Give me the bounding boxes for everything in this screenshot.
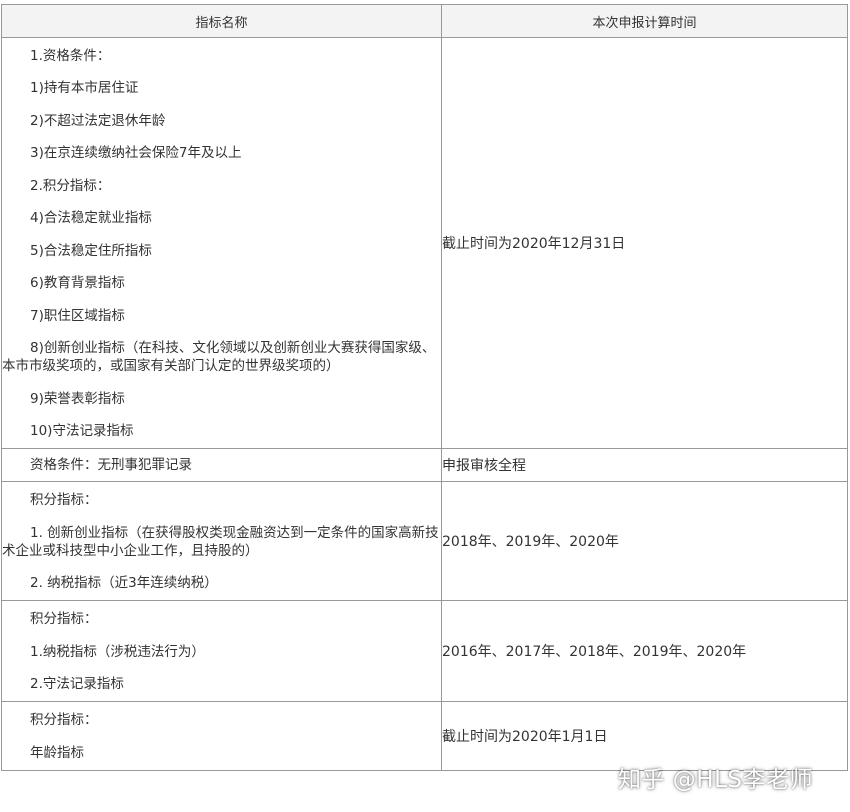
indicator-cell: 积分指标： 1. 创新创业指标（在获得股权类现金融资达到一定条件的国家高新技术企… xyxy=(1,481,442,602)
indicator-table: 指标名称 本次申报计算时间 1.资格条件： 1)持有本市居住证 2)不超过法定退… xyxy=(1,4,848,771)
table-row: 积分指标： 1.纳税指标（涉税违法行为） 2.守法记录指标 2016年、2017… xyxy=(1,600,848,703)
indicator-cell: 资格条件：无刑事犯罪记录 xyxy=(1,448,442,483)
list-item: 积分指标： xyxy=(30,492,98,509)
indicator-cell: 1.资格条件： 1)持有本市居住证 2)不超过法定退休年龄 3)在京连续缴纳社会… xyxy=(1,36,442,450)
time-cell: 截止时间为2020年12月31日 xyxy=(441,36,848,450)
list-item: 2. 纳税指标（近3年连续纳税） xyxy=(30,575,218,592)
list-item: 4)合法稳定就业指标 xyxy=(30,210,152,227)
time-cell: 2018年、2019年、2020年 xyxy=(441,481,848,602)
time-cell: 申报审核全程 xyxy=(441,448,848,483)
list-item: 3)在京连续缴纳社会保险7年及以上 xyxy=(30,145,242,162)
header-calculation-time: 本次申报计算时间 xyxy=(441,4,848,38)
list-item: 8)创新创业指标（在科技、文化领域以及创新创业大赛获得国家级、本市市级奖项的，或… xyxy=(2,340,436,375)
list-item: 7)职住区域指标 xyxy=(30,307,125,324)
indicator-cell: 积分指标： 1.纳税指标（涉税违法行为） 2.守法记录指标 xyxy=(1,600,442,703)
list-item: 1)持有本市居住证 xyxy=(30,80,139,97)
list-item: 积分指标： xyxy=(30,712,98,729)
list-item: 1.纳税指标（涉税违法行为） xyxy=(30,643,205,660)
table-row: 资格条件：无刑事犯罪记录 申报审核全程 xyxy=(1,448,848,483)
list-item: 1.资格条件： xyxy=(30,48,111,64)
list-item: 2)不超过法定退休年龄 xyxy=(30,112,166,129)
watermark: 知乎 @HLS李老师 xyxy=(618,767,814,793)
table-row: 积分指标： 1. 创新创业指标（在获得股权类现金融资达到一定条件的国家高新技术企… xyxy=(1,481,848,602)
header-indicator-name: 指标名称 xyxy=(1,4,442,38)
indicator-cell: 积分指标： 年龄指标 xyxy=(1,701,442,771)
table-row: 1.资格条件： 1)持有本市居住证 2)不超过法定退休年龄 3)在京连续缴纳社会… xyxy=(1,36,848,450)
list-item: 5)合法稳定住所指标 xyxy=(30,242,152,259)
list-item: 2.守法记录指标 xyxy=(30,676,124,693)
list-item: 资格条件：无刑事犯罪记录 xyxy=(30,457,192,474)
table-header-row: 指标名称 本次申报计算时间 xyxy=(1,4,848,38)
time-cell: 2016年、2017年、2018年、2019年、2020年 xyxy=(441,600,848,703)
list-item: 积分指标： xyxy=(30,611,98,628)
list-item: 9)荣誉表彰指标 xyxy=(30,390,125,407)
list-item: 2.积分指标： xyxy=(30,177,111,194)
list-item: 1. 创新创业指标（在获得股权类现金融资达到一定条件的国家高新技术企业或科技型中… xyxy=(2,524,439,559)
list-item: 10)守法记录指标 xyxy=(30,423,134,440)
list-item: 年龄指标 xyxy=(30,744,84,761)
list-item: 6)教育背景指标 xyxy=(30,275,125,292)
